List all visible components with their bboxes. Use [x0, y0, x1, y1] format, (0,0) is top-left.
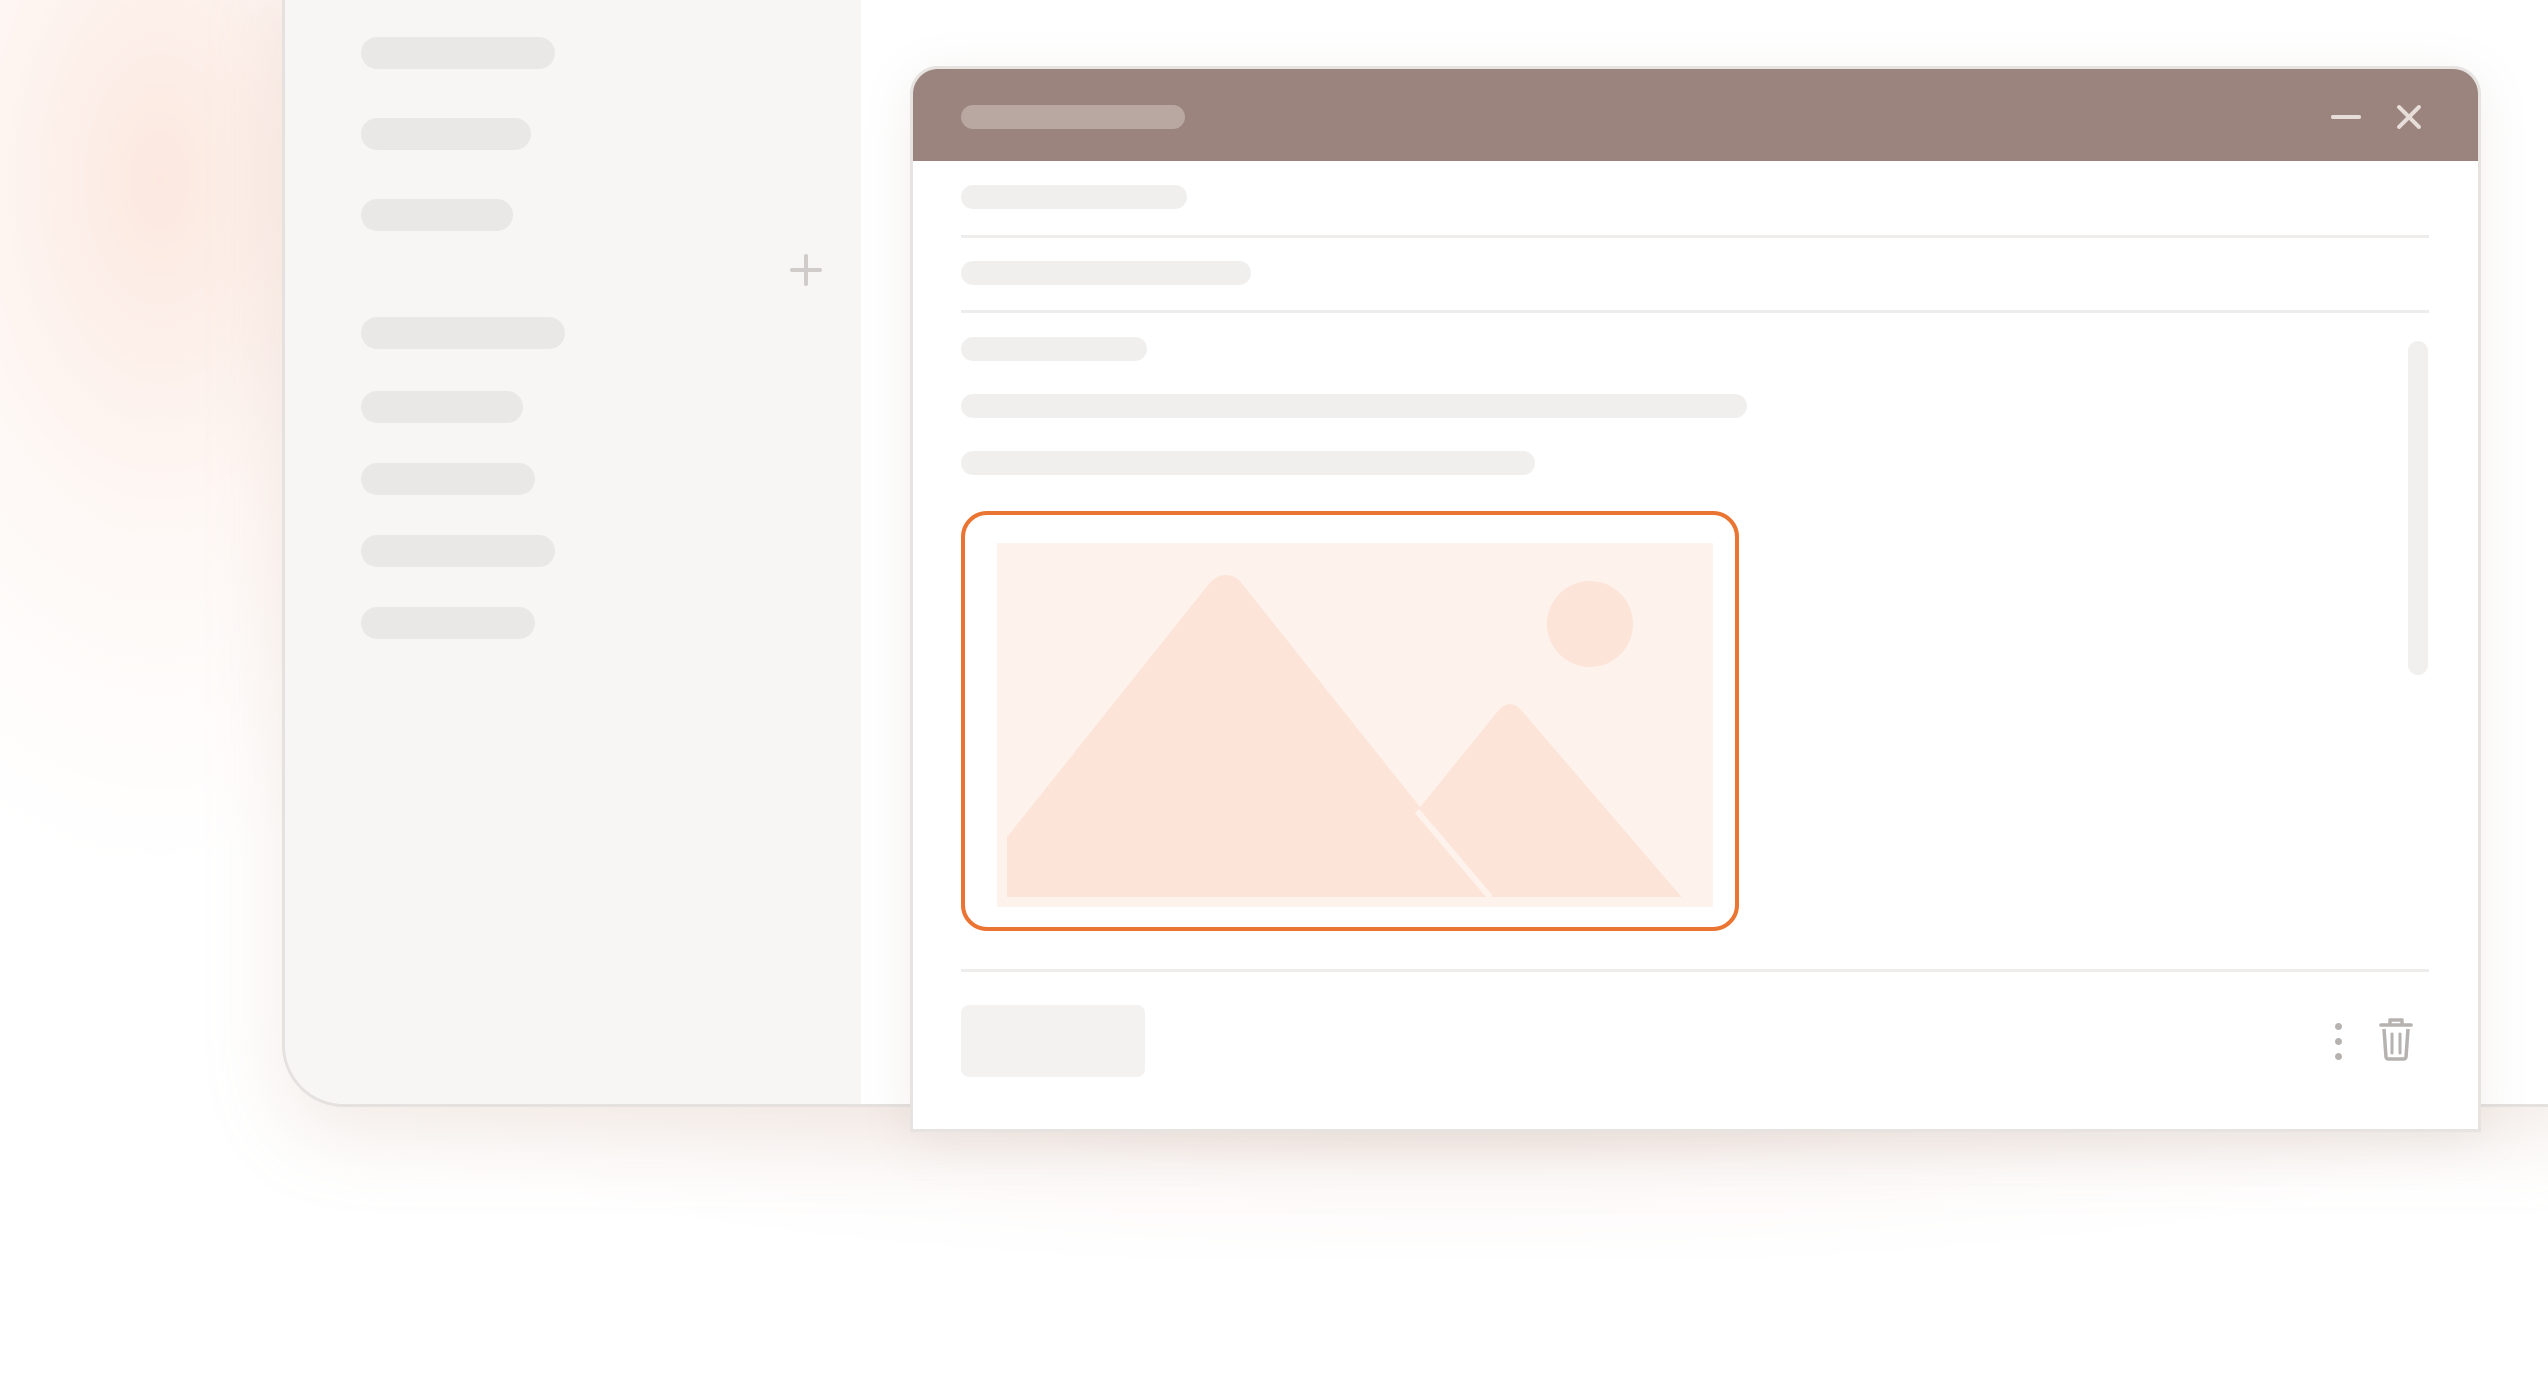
footer-divider [961, 969, 2429, 972]
field-divider [961, 310, 2429, 313]
sidebar-item-placeholder[interactable] [361, 199, 513, 231]
more-vertical-icon[interactable] [2323, 1017, 2353, 1067]
sidebar-item-placeholder[interactable] [361, 118, 531, 150]
sidebar-item-placeholder[interactable] [361, 463, 535, 495]
dialog-titlebar [913, 69, 2478, 161]
sidebar-item-placeholder[interactable] [361, 37, 555, 69]
send-button[interactable] [961, 1005, 1145, 1077]
body-text-placeholder [961, 337, 1147, 361]
dialog-title-placeholder [961, 105, 1185, 129]
body-text-placeholder [961, 394, 1747, 418]
body-scrollbar[interactable] [2408, 341, 2428, 675]
close-icon[interactable] [2385, 91, 2433, 139]
inserted-image-selected[interactable] [961, 511, 1739, 931]
minimize-icon[interactable] [2323, 91, 2371, 139]
screen [0, 0, 2548, 1383]
sidebar-item-placeholder[interactable] [361, 607, 535, 639]
dot [2335, 1038, 2342, 1045]
body-text-placeholder [961, 451, 1535, 475]
field-divider [961, 235, 2429, 238]
compose-dialog [910, 66, 2481, 1132]
trash-icon[interactable] [2376, 1015, 2416, 1063]
dot [2335, 1053, 2342, 1060]
sidebar-section-header-placeholder [361, 317, 565, 349]
trash-glyph [2379, 1018, 2413, 1061]
sidebar-item-placeholder[interactable] [361, 391, 523, 423]
add-icon[interactable] [787, 251, 825, 289]
subject-field-placeholder[interactable] [961, 261, 1251, 285]
dot [2335, 1023, 2342, 1030]
sidebar [285, 0, 861, 1104]
sidebar-item-placeholder[interactable] [361, 535, 555, 567]
image-placeholder-icon [997, 543, 1713, 907]
recipient-field-placeholder[interactable] [961, 185, 1187, 209]
